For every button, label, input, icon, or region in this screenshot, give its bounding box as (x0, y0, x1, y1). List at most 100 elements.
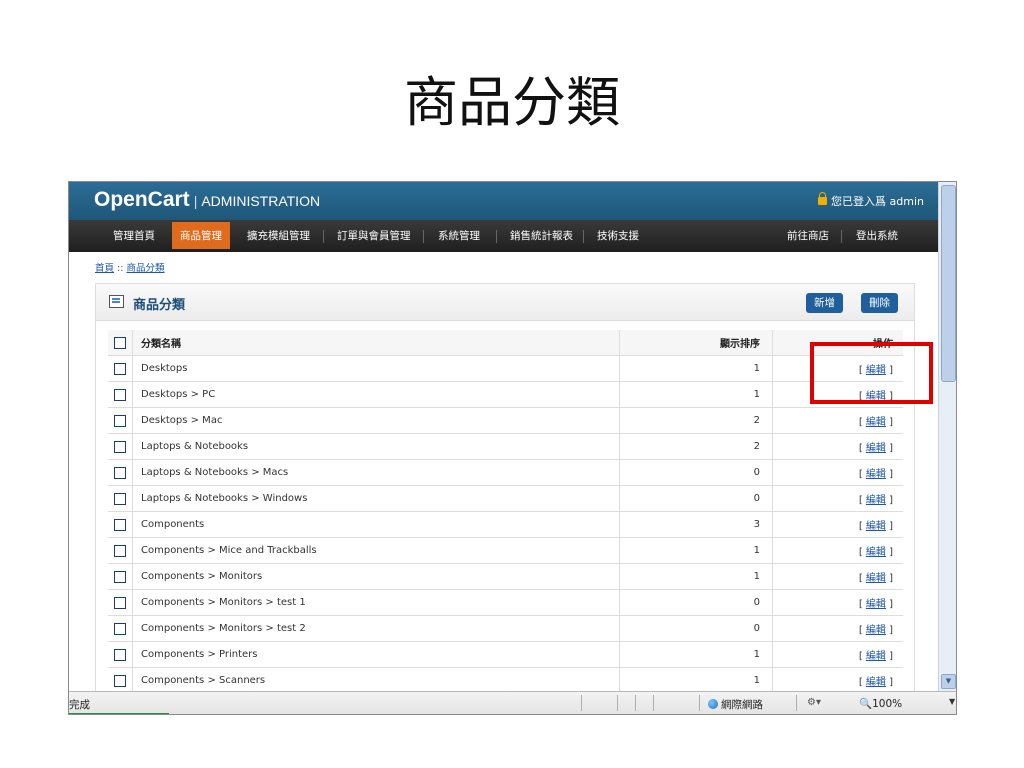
action-cell: [ 編輯 ] (772, 667, 903, 691)
edit-link[interactable]: 編輯 (866, 443, 886, 454)
category-name: Desktops (132, 355, 620, 382)
row-checkbox-cell (108, 667, 133, 691)
menu-item-extensions[interactable]: 擴充模組管理 (247, 228, 310, 243)
progress-bar (69, 713, 169, 714)
category-name: Laptops & Notebooks (132, 433, 620, 460)
table-row: Laptops & Notebooks > Macs 0[ 編輯 ] (108, 459, 903, 486)
main-menu: 管理首頁 商品管理 擴充模組管理 訂單與會員管理 系統管理 銷售統計報表 技術支… (69, 220, 938, 252)
zoom-dropdown-icon[interactable]: ▼ (949, 697, 955, 706)
sort-order: 0 (619, 589, 773, 616)
menu-separator (583, 230, 584, 243)
row-checkbox[interactable] (114, 622, 126, 635)
edit-link[interactable]: 編輯 (866, 651, 886, 662)
security-zone: 網際網路 (708, 697, 763, 712)
menu-separator (423, 230, 424, 243)
sort-order: 3 (619, 511, 773, 538)
row-checkbox[interactable] (114, 518, 126, 531)
menu-item-home[interactable]: 管理首頁 (113, 228, 155, 243)
row-checkbox[interactable] (114, 492, 126, 505)
edit-link[interactable]: 編輯 (866, 495, 886, 506)
row-checkbox[interactable] (114, 570, 126, 583)
table-header-row: 分類名稱 顯示排序 操作 (108, 330, 903, 356)
row-checkbox-cell (108, 433, 133, 460)
menu-item-help[interactable]: 技術支援 (597, 228, 639, 243)
browser-window: OpenCart | ADMINISTRATION 您已登入爲 admin 管理首頁… (68, 181, 957, 715)
row-checkbox-cell (108, 589, 133, 616)
menu-separator (323, 230, 324, 243)
menu-separator (496, 230, 497, 243)
category-name: Desktops > PC (132, 381, 620, 408)
edit-link[interactable]: 編輯 (866, 469, 886, 480)
zoom-control[interactable]: 🔍100% (859, 697, 902, 710)
action-cell: [ 編輯 ] (772, 407, 903, 434)
table-row: Components 3[ 編輯 ] (108, 511, 903, 538)
category-name: Components > Monitors > test 1 (132, 589, 620, 616)
edit-link[interactable]: 編輯 (866, 573, 886, 584)
row-checkbox[interactable] (114, 544, 126, 557)
header-name[interactable]: 分類名稱 (132, 330, 620, 356)
table-row: Desktops > Mac 2[ 編輯 ] (108, 407, 903, 434)
category-name: Components (132, 511, 620, 538)
edit-link[interactable]: 編輯 (866, 677, 886, 688)
breadcrumb-separator: :: (117, 263, 124, 274)
category-name: Components > Printers (132, 641, 620, 668)
row-checkbox-cell (108, 615, 133, 642)
row-checkbox[interactable] (114, 674, 126, 687)
breadcrumb-home[interactable]: 首頁 (95, 263, 114, 274)
status-separator (699, 695, 700, 711)
edit-link[interactable]: 編輯 (866, 417, 886, 428)
menu-item-catalog[interactable]: 商品管理 (172, 222, 230, 249)
edit-link[interactable]: 編輯 (866, 547, 886, 558)
sort-order: 1 (619, 563, 773, 590)
status-separator (635, 695, 636, 711)
scroll-thumb[interactable] (941, 185, 956, 382)
row-checkbox-cell (108, 381, 133, 408)
table-row: Components > Monitors > test 2 0[ 編輯 ] (108, 615, 903, 642)
row-checkbox[interactable] (114, 414, 126, 427)
action-cell: [ 編輯 ] (772, 615, 903, 642)
table-row: Laptops & Notebooks > Windows 0[ 編輯 ] (108, 485, 903, 512)
select-all-checkbox[interactable] (114, 336, 126, 349)
vertical-scrollbar[interactable]: ▼ (938, 182, 956, 691)
row-checkbox-cell (108, 537, 133, 564)
scroll-down-arrow-icon[interactable]: ▼ (941, 674, 956, 689)
table-row: Components > Monitors > test 1 0[ 編輯 ] (108, 589, 903, 616)
delete-button[interactable]: 刪除 (861, 293, 898, 313)
row-checkbox-cell (108, 563, 133, 590)
menu-item-store-front[interactable]: 前往商店 (787, 228, 829, 243)
sort-order: 1 (619, 641, 773, 668)
add-button[interactable]: 新增 (806, 293, 843, 313)
status-text: 完成 (69, 699, 90, 711)
row-checkbox[interactable] (114, 388, 126, 401)
action-cell: [ 編輯 ] (772, 589, 903, 616)
edit-link[interactable]: 編輯 (866, 625, 886, 636)
login-status: 您已登入爲 admin (818, 192, 924, 209)
login-text: 您已登入爲 admin (831, 195, 924, 208)
edit-link[interactable]: 編輯 (866, 521, 886, 532)
category-icon (109, 295, 124, 308)
row-checkbox[interactable] (114, 648, 126, 661)
edit-link[interactable]: 編輯 (866, 599, 886, 610)
admin-header: OpenCart | ADMINISTRATION 您已登入爲 admin (69, 182, 938, 220)
breadcrumb: 首頁 :: 商品分類 (95, 260, 165, 274)
sort-order: 0 (619, 615, 773, 642)
row-checkbox[interactable] (114, 466, 126, 479)
category-table: 分類名稱 顯示排序 操作 Desktops 1[ 編輯 ] Desktops > P… (108, 330, 903, 691)
table-row: Components > Scanners 1[ 編輯 ] (108, 667, 903, 691)
row-checkbox[interactable] (114, 362, 126, 375)
table-row: Desktops 1[ 編輯 ] (108, 355, 903, 382)
menu-item-sales[interactable]: 訂單與會員管理 (337, 228, 411, 243)
row-checkbox[interactable] (114, 596, 126, 609)
box-title: 商品分類 (133, 298, 186, 313)
protected-mode-icon[interactable]: ⚙▾ (807, 697, 821, 708)
header-order[interactable]: 顯示排序 (619, 330, 773, 356)
row-checkbox[interactable] (114, 440, 126, 453)
opencart-logo[interactable]: OpenCart | ADMINISTRATION (94, 188, 320, 212)
menu-item-system[interactable]: 系統管理 (438, 228, 480, 243)
globe-icon (708, 699, 718, 709)
breadcrumb-current[interactable]: 商品分類 (126, 263, 164, 274)
category-name: Components > Monitors > test 2 (132, 615, 620, 642)
menu-item-logout[interactable]: 登出系統 (856, 228, 898, 243)
sort-order: 0 (619, 459, 773, 486)
menu-item-reports[interactable]: 銷售統計報表 (510, 228, 573, 243)
